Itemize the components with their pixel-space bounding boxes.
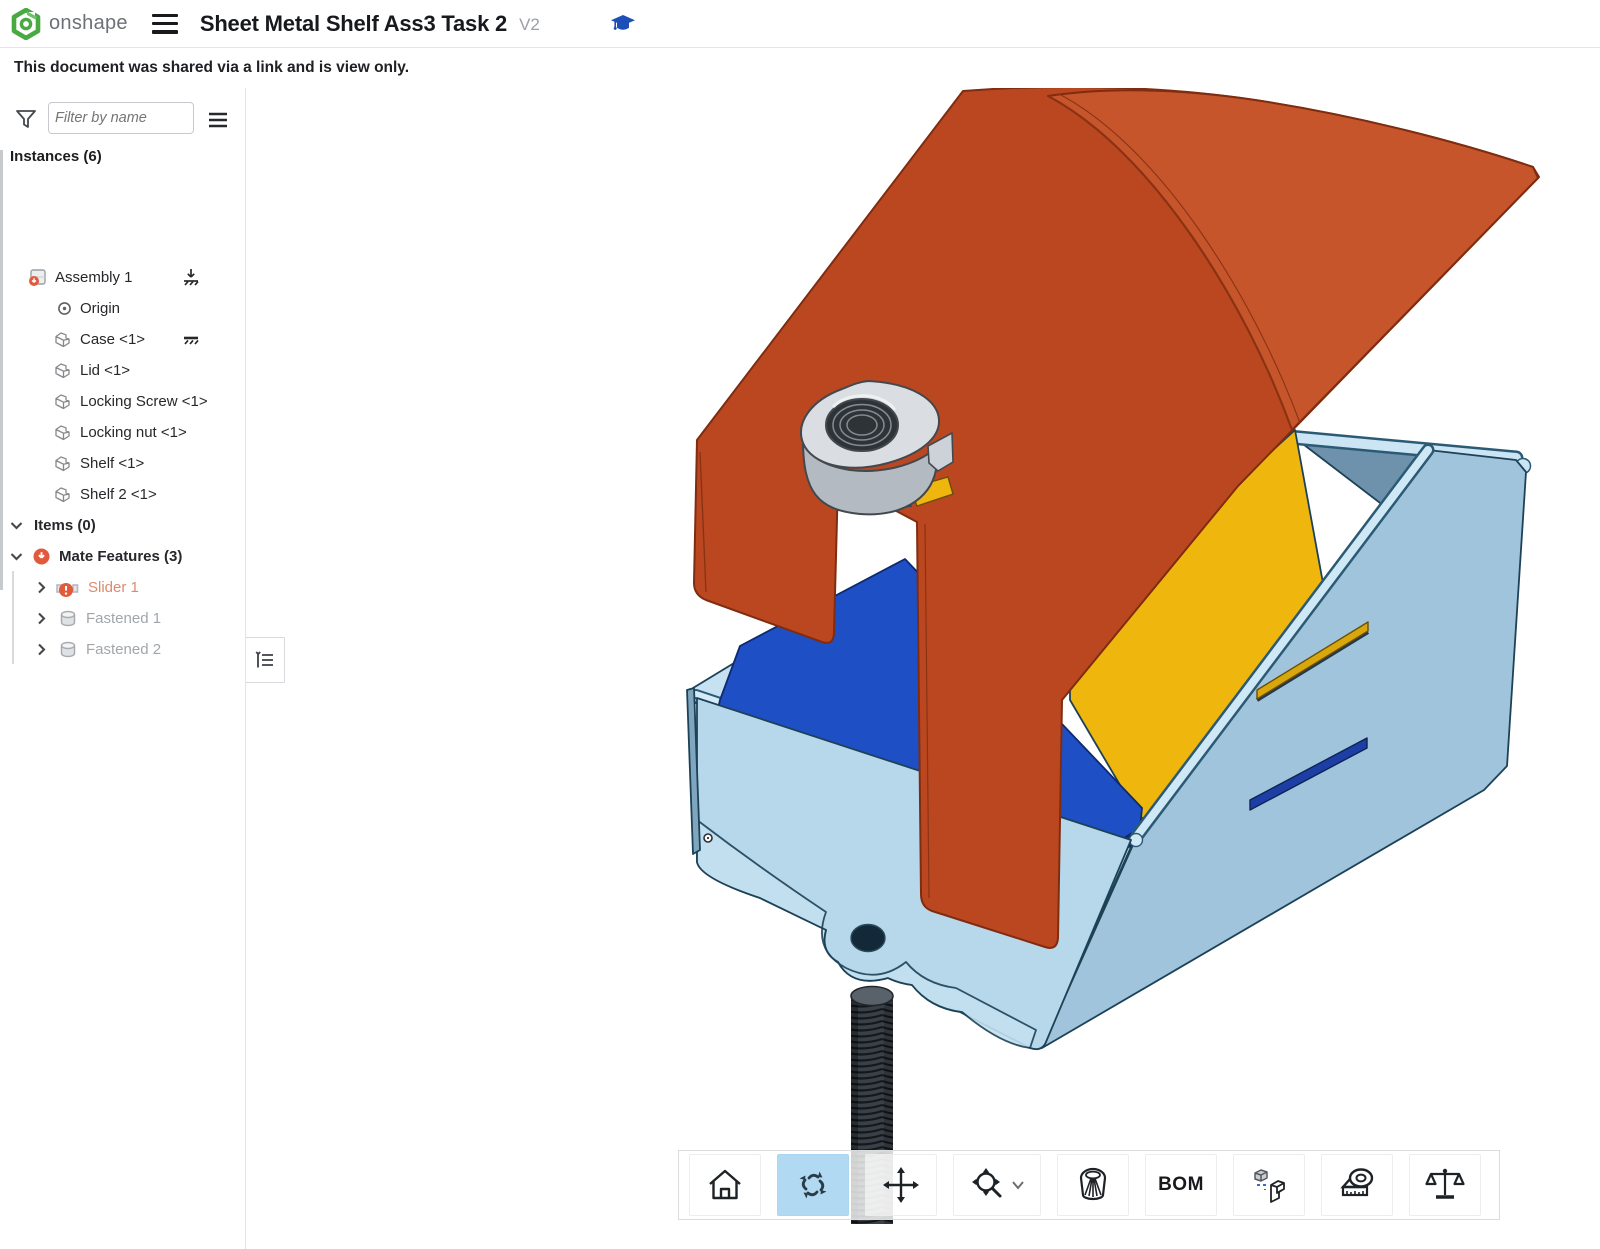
part-icon (53, 454, 72, 473)
fastened-mate-icon (58, 640, 78, 660)
case-flange-hole (851, 925, 885, 952)
items-header: Items (0) (34, 517, 96, 534)
tree-row-locking-screw[interactable]: Locking Screw <1> (0, 386, 245, 417)
measure-icon (1335, 1165, 1379, 1205)
tree-row-case[interactable]: Case <1> (0, 324, 245, 355)
fastened-mate-icon (58, 609, 78, 629)
tree-row-assembly[interactable]: Assembly 1 (0, 262, 245, 293)
tree-label: Fastened 2 (86, 641, 161, 658)
assembly-sidebar: Instances (6) Assembly 1 (0, 88, 246, 1249)
assembly-icon (28, 268, 47, 287)
tree-section-items[interactable]: Items (0) (0, 510, 245, 541)
exploded-view-button[interactable] (1233, 1154, 1305, 1216)
instances-header: Instances (6) (10, 148, 102, 165)
document-version: V2 (519, 15, 540, 35)
tree-indent-guide (12, 571, 14, 664)
tree-row-fastened2[interactable]: Fastened 2 (0, 634, 245, 665)
tree-label: Origin (80, 300, 120, 317)
part-icon (53, 485, 72, 504)
app-header: onshape Sheet Metal Shelf Ass3 Task 2 V2 (0, 0, 1600, 48)
rotate-button[interactable] (777, 1154, 849, 1216)
pan-icon (881, 1165, 921, 1205)
mate-error-icon (32, 547, 51, 566)
zoom-orbit-icon (969, 1165, 1005, 1205)
exploded-view-icon (1247, 1165, 1291, 1205)
tree-row-slider1[interactable]: Slider 1 (0, 572, 245, 603)
tree-label: Fastened 1 (86, 610, 161, 627)
tree-row-lid[interactable]: Lid <1> (0, 355, 245, 386)
part-icon (53, 392, 72, 411)
view-toolbar: BOM (678, 1150, 1500, 1220)
mate-features-header: Mate Features (3) (59, 548, 182, 565)
list-view-icon[interactable] (206, 108, 230, 132)
rotate-icon (793, 1165, 833, 1205)
chevron-down-icon[interactable] (8, 517, 25, 534)
home-icon (706, 1167, 744, 1203)
tree-row-origin[interactable]: Origin (0, 293, 245, 324)
section-view-icon (1073, 1165, 1113, 1205)
tree-label: Locking nut <1> (80, 424, 187, 441)
ground-icon[interactable] (181, 268, 201, 288)
tree-panel-toggle[interactable] (246, 637, 285, 683)
tree-label: Assembly 1 (55, 269, 133, 286)
tree-row-fastened1[interactable]: Fastened 1 (0, 603, 245, 634)
measure-button[interactable] (1321, 1154, 1393, 1216)
chevron-right-icon[interactable] (33, 641, 50, 658)
zoom-button[interactable] (953, 1154, 1041, 1216)
tree-label: Locking Screw <1> (80, 393, 208, 410)
mass-properties-icon (1424, 1165, 1466, 1205)
chevron-right-icon[interactable] (33, 610, 50, 627)
bom-button[interactable]: BOM (1145, 1154, 1217, 1216)
chevron-down-icon[interactable] (1011, 1179, 1025, 1191)
tree-label: Lid <1> (80, 362, 130, 379)
bom-label: BOM (1158, 1174, 1204, 1196)
part-icon (53, 361, 72, 380)
tree-row-locking-nut[interactable]: Locking nut <1> (0, 417, 245, 448)
tree-row-shelf[interactable]: Shelf <1> (0, 448, 245, 479)
tree-label: Case <1> (80, 331, 145, 348)
nut-hole (826, 399, 898, 451)
view-only-banner: This document was shared via a link and … (0, 48, 1600, 88)
instances-tree: Assembly 1 Origin Case <1> (0, 262, 245, 665)
banner-message: This document was shared via a link and … (14, 59, 409, 77)
part-icon (53, 330, 72, 349)
document-title: Sheet Metal Shelf Ass3 Task 2 (200, 11, 507, 37)
section-view-button[interactable] (1057, 1154, 1129, 1216)
tree-label: Shelf <1> (80, 455, 144, 472)
filter-icon[interactable] (14, 107, 38, 131)
tree-label: Shelf 2 <1> (80, 486, 157, 503)
menu-icon[interactable] (152, 14, 178, 34)
slider-mate-icon (56, 578, 80, 598)
chevron-right-icon[interactable] (33, 579, 50, 596)
onshape-logo-icon[interactable] (10, 8, 42, 40)
chevron-down-icon[interactable] (8, 548, 25, 565)
home-view-button[interactable] (689, 1154, 761, 1216)
fixed-icon[interactable] (181, 330, 201, 350)
tree-row-shelf2[interactable]: Shelf 2 <1> (0, 479, 245, 510)
filter-input[interactable] (48, 102, 194, 134)
education-icon[interactable] (610, 12, 636, 38)
part-icon (53, 423, 72, 442)
origin-icon (57, 301, 72, 316)
pan-button[interactable] (865, 1154, 937, 1216)
tree-section-mate-features[interactable]: Mate Features (3) (0, 541, 245, 572)
logo-text: onshape (49, 12, 128, 35)
tree-label: Slider 1 (88, 579, 139, 596)
tree-structure-icon (254, 649, 276, 671)
origin-marker (704, 834, 712, 842)
mass-properties-button[interactable] (1409, 1154, 1481, 1216)
